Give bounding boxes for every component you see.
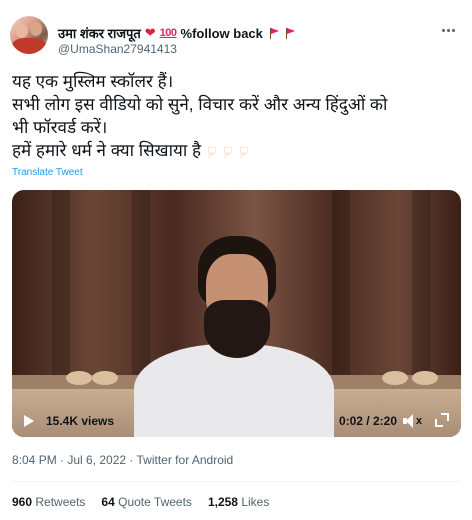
divider (12, 481, 460, 482)
more-options-icon[interactable] (438, 22, 458, 38)
tweet: उमा शंकर राजपूत ❤ 100 %follow back @UmaS… (0, 0, 472, 520)
tweet-line: यह एक मुस्लिम स्कॉलर हैं। (12, 72, 174, 91)
tweet-stats: 960 Retweets 64 Quote Tweets 1,258 Likes (12, 495, 269, 509)
tweet-line: सभी लोग इस वीडियो को सुने, विचार करें और… (12, 95, 388, 114)
tweet-line: हमें हमारे धर्म ने क्या सिखाया है (12, 141, 201, 160)
hundred-emoji-icon: 100 (159, 27, 177, 39)
tweet-timestamp[interactable]: 8:04 PM · Jul 6, 2022 · Twitter for Andr… (12, 453, 233, 467)
author-handle[interactable]: @UmaShan27941413 (58, 42, 177, 56)
video-views: 15.4K views (46, 414, 115, 428)
tweet-line: भी फॉरवर्ड करें। (12, 118, 108, 137)
quote-tweets-stat[interactable]: 64 Quote Tweets (101, 495, 192, 509)
author-name-row[interactable]: उमा शंकर राजपूत ❤ 100 %follow back (58, 24, 296, 42)
volume-muted-icon[interactable]: x (403, 414, 425, 428)
tweet-line-with-hands: हमें हमारे धर्म ने क्या सिखाया है ☝ ☝ ☝ (12, 139, 464, 163)
video-time: 0:02 / 2:20 (338, 414, 397, 428)
avatar[interactable] (10, 16, 48, 54)
video-player[interactable]: 15.4K views 0:02 / 2:20 x (12, 190, 461, 437)
fullscreen-icon[interactable] (435, 413, 449, 427)
flag-icon (285, 27, 296, 39)
video-frame-person (134, 236, 334, 437)
play-icon[interactable] (24, 415, 34, 427)
heart-emoji-icon: ❤ (144, 25, 156, 40)
tweet-text: यह एक मुस्लिम स्कॉलर हैं। सभी लोग इस वीड… (12, 70, 464, 163)
likes-stat[interactable]: 1,258 Likes (208, 495, 269, 509)
pointing-hand-icon: ☝ (207, 143, 217, 160)
translate-tweet-link[interactable]: Translate Tweet (12, 167, 83, 178)
pointing-hand-icon: ☝ (238, 143, 249, 160)
follow-back-text: %follow back (180, 25, 263, 41)
flag-icon (269, 27, 280, 39)
author-display-name[interactable]: उमा शंकर राजपूत (58, 24, 141, 42)
retweets-stat[interactable]: 960 Retweets (12, 495, 85, 509)
pointing-hand-icon: ☝ (222, 143, 233, 160)
